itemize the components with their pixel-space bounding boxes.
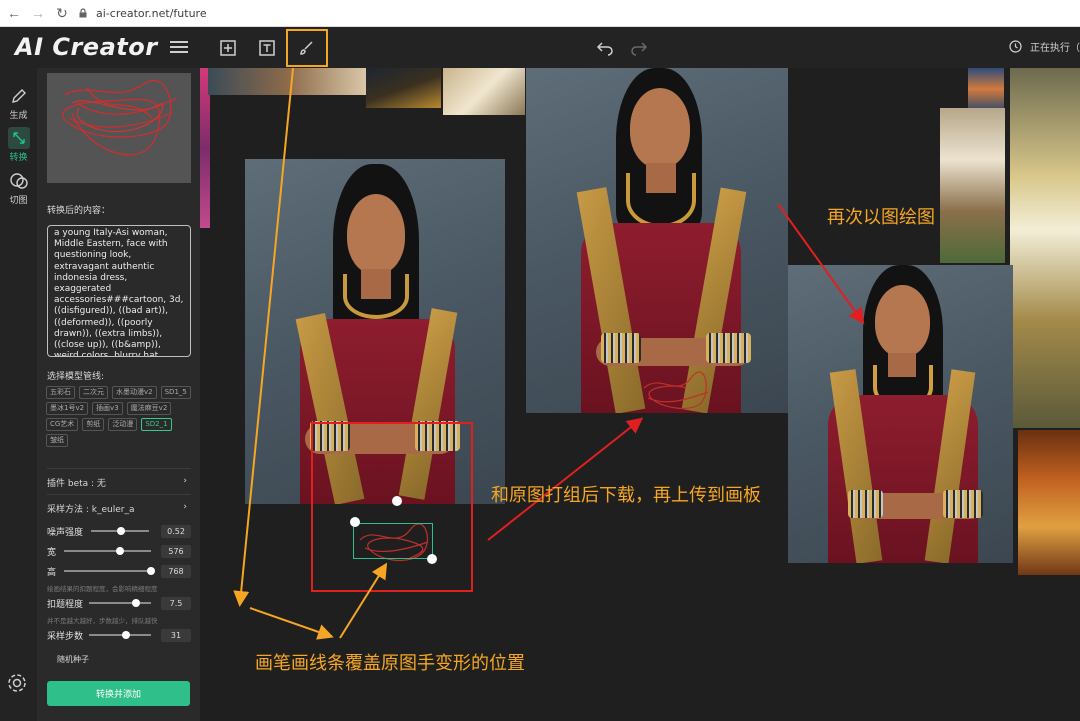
browser-bar: ← → ↻ ai-creator.net/future — [0, 0, 1080, 27]
height-value[interactable]: 768 — [161, 564, 191, 578]
model-chip[interactable]: 水墨动漫v2 — [112, 386, 157, 399]
mask-preview — [47, 73, 191, 183]
steps-label: 采样步数 — [47, 631, 84, 642]
drawing-canvas[interactable]: 再次以图绘图 和原图打组后下载，再上传到画板 画笔画线条覆盖原图手变形的位置 — [200, 68, 1080, 721]
text-tool-button[interactable] — [254, 35, 280, 61]
model-chip[interactable]: 二次元 — [79, 386, 108, 399]
slider-knob[interactable] — [122, 631, 131, 639]
red-scribble-preview — [62, 80, 178, 156]
plugin-selector[interactable]: 插件 beta : 无 › — [47, 476, 187, 489]
model-pipeline-label: 选择模型管线: — [47, 372, 105, 382]
model-chip[interactable]: CG艺术 — [46, 418, 79, 431]
nav-convert-label: 转换 — [9, 153, 28, 163]
nav-generate-label: 生成 — [9, 111, 28, 121]
cut-image-icon — [8, 170, 30, 192]
plus-square-icon — [220, 40, 236, 56]
slider-knob[interactable] — [117, 527, 126, 535]
annotation-redraw: 再次以图绘图 — [827, 207, 935, 228]
guidance-slider[interactable] — [89, 599, 151, 607]
height-slider-row: 高 768 — [47, 564, 191, 578]
pencil-icon — [8, 85, 30, 107]
nav-cut-label: 切图 — [9, 196, 28, 206]
forward-icon[interactable]: → — [28, 3, 48, 23]
guidance-hint: 绘画结果的扣题程度，会影响精细程度 — [47, 585, 158, 593]
reload-icon[interactable]: ↻ — [52, 3, 72, 23]
add-image-button[interactable] — [215, 35, 241, 61]
brush-tool-button[interactable] — [286, 29, 328, 67]
steps-slider-row: 采样步数 31 — [47, 628, 191, 642]
width-slider-row: 宽 576 — [47, 544, 191, 558]
sampler-label: 采样方法 : k_euler_a — [47, 505, 135, 515]
annotation-brush-cover: 画笔画线条覆盖原图手变形的位置 — [255, 653, 525, 674]
app-toolbar: AI Creator 正在执行（ — [0, 27, 1080, 68]
model-chip[interactable]: SD1_5 — [160, 386, 191, 399]
arrow-line — [233, 68, 295, 607]
nav-cut[interactable]: 切图 — [0, 170, 37, 206]
url-text: ai-creator.net/future — [96, 6, 207, 20]
noise-slider[interactable] — [91, 527, 149, 535]
slider-knob[interactable] — [147, 567, 155, 575]
convert-panel: 转换后的内容： a young Italy-Asi woman, Middle … — [37, 68, 200, 721]
plugin-label: 插件 beta : 无 — [47, 479, 106, 489]
arrow-line — [487, 417, 644, 541]
noise-slider-row: 噪声强度 0.52 — [47, 524, 191, 538]
sampler-selector[interactable]: 采样方法 : k_euler_a › — [47, 502, 187, 515]
guidance-slider-row: 扣题程度 7.5 — [47, 596, 191, 610]
app-logo: AI Creator — [15, 33, 158, 61]
converted-content-label: 转换后的内容： — [47, 206, 111, 216]
steps-slider[interactable] — [89, 631, 151, 639]
status-text: 正在执行（ — [1030, 43, 1080, 54]
url-bar[interactable]: ai-creator.net/future — [78, 7, 207, 20]
guidance-label: 扣题程度 — [47, 599, 84, 610]
noise-label: 噪声强度 — [47, 527, 84, 538]
menu-icon[interactable] — [170, 39, 188, 55]
arrow-line — [249, 607, 334, 640]
annotation-arrows — [233, 68, 865, 640]
guidance-value[interactable]: 7.5 — [161, 596, 191, 610]
chevron-right-icon: › — [183, 502, 187, 512]
back-icon[interactable]: ← — [4, 3, 24, 23]
model-chip-list: 五彩石 二次元 水墨动漫v2 SD1_5 墨冰1号v2 插画v3 魔法麻豆v2 … — [46, 386, 196, 447]
model-chip[interactable]: 剪纸 — [82, 418, 105, 431]
steps-value[interactable]: 31 — [161, 628, 191, 642]
random-seed-label[interactable]: 随机种子 — [57, 654, 89, 665]
redo-icon[interactable] — [630, 38, 648, 56]
settings-icon[interactable] — [6, 672, 28, 694]
left-nav: 生成 转换 切图 — [0, 68, 37, 721]
model-chip[interactable]: 五彩石 — [46, 386, 75, 399]
chevron-right-icon: › — [183, 476, 187, 486]
divider — [47, 494, 191, 495]
model-chip[interactable]: 墨冰1号v2 — [46, 402, 89, 415]
brush-icon — [300, 41, 313, 55]
width-slider[interactable] — [64, 547, 151, 555]
annotation-group-download: 和原图打组后下载，再上传到画板 — [491, 485, 761, 506]
nav-generate[interactable]: 生成 — [0, 85, 37, 121]
prompt-textarea[interactable]: a young Italy-Asi woman, Middle Eastern,… — [47, 225, 191, 357]
model-chip-selected[interactable]: SD2_1 — [141, 418, 172, 431]
model-chip[interactable]: 插画v3 — [92, 402, 123, 415]
convert-and-add-button[interactable]: 转换并添加 — [47, 681, 190, 706]
model-chip[interactable]: 泛动漫 — [108, 418, 138, 431]
arrow-line — [339, 562, 388, 639]
width-value[interactable]: 576 — [161, 544, 191, 558]
undo-icon[interactable] — [596, 38, 614, 56]
height-label: 高 — [47, 567, 57, 578]
height-slider[interactable] — [64, 567, 155, 575]
noise-value[interactable]: 0.52 — [161, 524, 191, 538]
convert-icon — [7, 127, 30, 149]
model-chip[interactable]: 魔法麻豆v2 — [126, 402, 172, 415]
model-chip[interactable]: 皱纸 — [46, 434, 68, 447]
nav-convert[interactable]: 转换 — [0, 127, 37, 163]
execution-status: 正在执行（ — [1009, 39, 1080, 54]
divider — [47, 468, 191, 469]
lock-icon — [79, 8, 87, 18]
slider-knob[interactable] — [115, 547, 124, 555]
width-label: 宽 — [47, 547, 57, 558]
clock-icon — [1009, 40, 1022, 53]
text-icon — [259, 40, 275, 56]
slider-knob[interactable] — [131, 599, 140, 607]
steps-hint: 并不是越大越好，步数越少，排队越快 — [47, 617, 158, 625]
